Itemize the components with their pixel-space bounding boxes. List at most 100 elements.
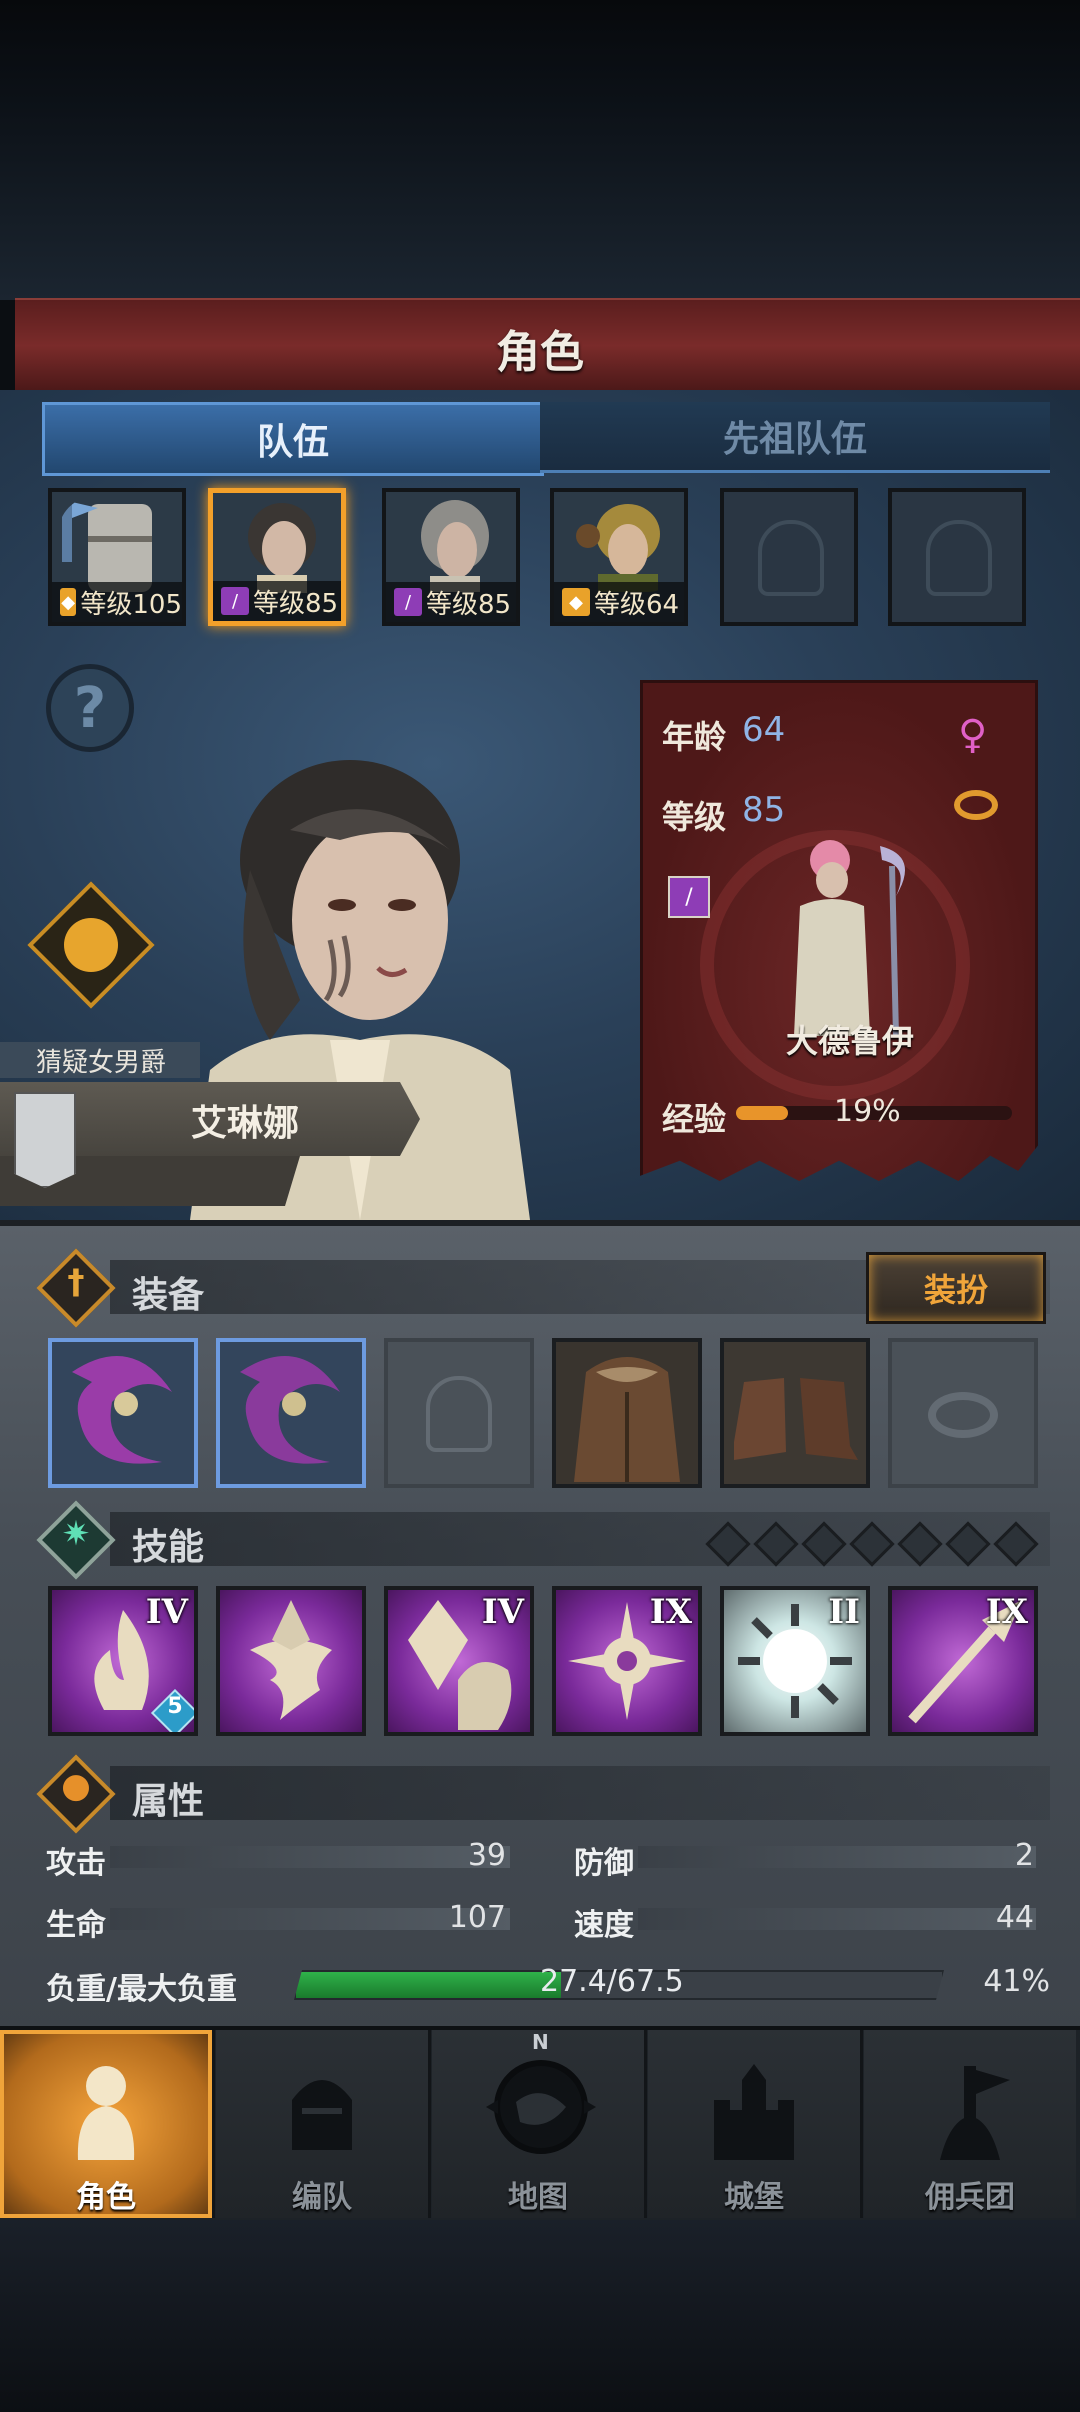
- skill-rank: II: [828, 1592, 860, 1632]
- attack-value: 39: [467, 1838, 506, 1873]
- page-title: 角色: [496, 327, 584, 378]
- bottom-background: [0, 2220, 1080, 2412]
- compass-north-label: N: [532, 2030, 549, 2054]
- skill-slot-1[interactable]: IV 5: [48, 1586, 198, 1736]
- level-bar: ◆ 等级64: [554, 582, 684, 622]
- skill-badge-count: 5: [167, 1694, 183, 1719]
- fur-robe-icon: [574, 1357, 680, 1482]
- load-percent: 41%: [983, 1964, 1050, 1999]
- skill-rank: IV: [481, 1592, 524, 1632]
- speed-label: 速度: [574, 1908, 634, 1943]
- castle-icon: [714, 2064, 794, 2160]
- defense-value: 2: [1014, 1838, 1034, 1873]
- blonde-man-portrait: [576, 504, 660, 592]
- empty-ring-icon: [928, 1392, 998, 1438]
- level-bar: / 等级85: [386, 582, 516, 622]
- staff-icon: /: [221, 587, 249, 615]
- skills-title: 技能: [132, 1527, 205, 1568]
- level-label: 等级: [662, 798, 727, 836]
- staff-icon: /: [394, 588, 422, 616]
- roster-level: 等级85: [253, 588, 339, 619]
- nav-label: 角色: [76, 2180, 136, 2215]
- skill-rank: IV: [145, 1592, 188, 1632]
- help-icon[interactable]: ?: [46, 664, 134, 752]
- nav-label: 佣兵团: [925, 2180, 1015, 2215]
- tab-team[interactable]: 队伍: [42, 402, 544, 476]
- purple-claw-icon: [240, 1356, 340, 1464]
- skill-slot-4[interactable]: IX: [552, 1586, 702, 1736]
- empty-helmet-icon: [426, 1376, 492, 1452]
- roster-slot-4[interactable]: ◆ 等级64: [550, 488, 688, 626]
- dagger-icon: †: [67, 1262, 85, 1302]
- shield-icon: ◆: [562, 588, 590, 616]
- druid-figure: [794, 840, 905, 1037]
- skill-slot-3[interactable]: IV: [384, 1586, 534, 1736]
- tab-ancestor-team[interactable]: 先祖队伍: [540, 402, 1050, 473]
- skill-slot-2[interactable]: [216, 1586, 366, 1736]
- class-name: 大德鲁伊: [785, 1022, 914, 1060]
- equip-slot-helmet-empty[interactable]: [384, 1338, 534, 1488]
- gray-haired-woman-portrait: [421, 500, 489, 592]
- roster-slot-1[interactable]: ◆ 等级105: [48, 488, 186, 626]
- roster-slot-empty-6[interactable]: [888, 488, 1026, 626]
- load-label: 负重/最大负重: [46, 1972, 237, 2007]
- equip-slot-ring-empty[interactable]: [888, 1338, 1038, 1488]
- character-title: 猜疑女男爵: [0, 1042, 200, 1078]
- level-bar: ◆ 等级105: [52, 582, 182, 622]
- roster-level: 等级64: [594, 589, 680, 620]
- armored-knight-portrait: [62, 502, 152, 592]
- skill-rank: IX: [649, 1592, 692, 1632]
- equip-slot-weapon-2[interactable]: [216, 1338, 366, 1488]
- hp-label: 生命: [46, 1908, 106, 1943]
- helmet-icon: [292, 2080, 352, 2150]
- star-icon: ✷: [61, 1514, 91, 1554]
- equip-slot-armor[interactable]: [552, 1338, 702, 1488]
- attributes-header-strip: [110, 1766, 1050, 1820]
- staff-class-icon: /: [668, 876, 710, 918]
- leather-boots-icon: [734, 1378, 858, 1460]
- mercenary-icon: [940, 2066, 1010, 2160]
- equip-slot-weapon-1[interactable]: [48, 1338, 198, 1488]
- roster-slot-2[interactable]: / 等级85: [208, 488, 346, 626]
- attack-label: 攻击: [46, 1846, 106, 1881]
- figure-icon: ●: [61, 1766, 91, 1806]
- roster-slot-3[interactable]: / 等级85: [382, 488, 520, 626]
- empty-helmet-icon: [758, 520, 824, 596]
- purple-claw-icon: [72, 1356, 172, 1464]
- exp-percent: 19%: [834, 1094, 901, 1129]
- female-icon: ♀: [958, 712, 988, 758]
- load-value: 27.4/67.5: [540, 1964, 684, 1999]
- age-label: 年龄: [662, 718, 727, 756]
- skill-slot-5[interactable]: II: [720, 1586, 870, 1736]
- nav-label: 城堡: [724, 2180, 784, 2215]
- empty-helmet-icon: [926, 520, 992, 596]
- dress-up-button[interactable]: 装扮: [866, 1252, 1046, 1324]
- ring-icon: [954, 790, 998, 820]
- skill-rank: IX: [985, 1592, 1028, 1632]
- level-bar: / 等级85: [213, 581, 341, 621]
- roster-level: 等级105: [80, 589, 182, 620]
- compass-map-icon: [486, 2060, 596, 2154]
- banner-icon[interactable]: [14, 1092, 76, 1188]
- tornado-icon: [250, 1600, 332, 1720]
- defense-label: 防御: [574, 1846, 634, 1881]
- equipment-title: 装备: [132, 1275, 205, 1316]
- shield-icon: ◆: [60, 588, 77, 616]
- age-value: 64: [742, 710, 786, 750]
- roster-slot-empty-5[interactable]: [720, 488, 858, 626]
- level-value: 85: [742, 790, 786, 830]
- nav-label: 地图: [508, 2180, 568, 2215]
- speed-value: 44: [995, 1900, 1034, 1935]
- character-name[interactable]: 艾琳娜: [100, 1094, 390, 1146]
- nav-label: 编队: [292, 2180, 352, 2215]
- skill-slot-6[interactable]: IX: [888, 1586, 1038, 1736]
- top-background: [0, 0, 1080, 300]
- equip-slot-boots[interactable]: [720, 1338, 870, 1488]
- exp-label: 经验: [662, 1100, 727, 1138]
- knight-icon: [77, 2066, 135, 2160]
- exp-bar-fill: [736, 1106, 789, 1120]
- roster-level: 等级85: [426, 589, 512, 620]
- hp-value: 107: [448, 1900, 506, 1935]
- dark-haired-woman-portrait: [248, 503, 316, 593]
- attributes-title: 属性: [132, 1781, 205, 1822]
